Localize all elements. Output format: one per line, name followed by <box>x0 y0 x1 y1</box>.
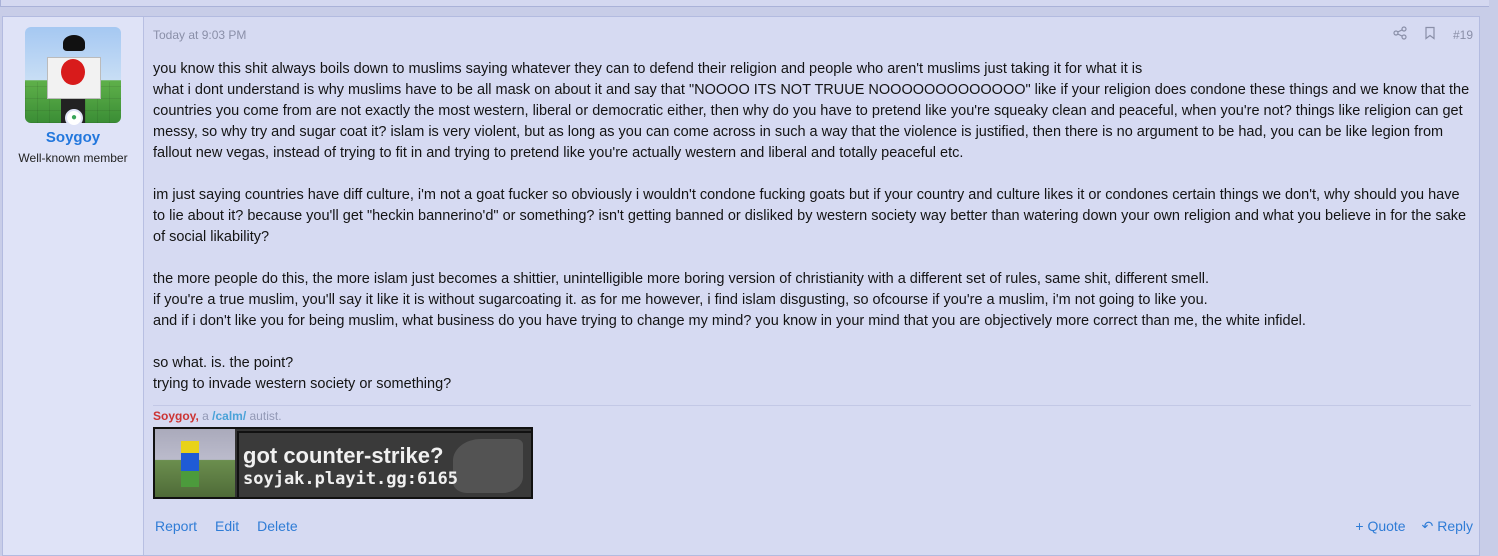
post-paragraph: if you're a true muslim, you'll say it l… <box>153 292 1208 308</box>
forum-post: ● Soygoy Well-known member Today at 9:03… <box>2 16 1480 556</box>
post-paragraph: trying to invade western society or some… <box>153 376 452 392</box>
banner-line-1: got counter-strike? <box>243 443 444 468</box>
delete-button[interactable]: Delete <box>257 518 297 534</box>
banner-line-2: soyjak.playit.gg:6165 <box>243 469 458 489</box>
bookmark-icon[interactable] <box>1423 26 1437 43</box>
previous-post-edge <box>0 0 1489 7</box>
post-paragraph: the more people do this, the more islam … <box>153 271 1210 287</box>
edit-button[interactable]: Edit <box>215 518 239 534</box>
post-paragraph: so what. is. the point? <box>153 355 294 371</box>
signature-banner: got counter-strike? soyjak.playit.gg:616… <box>153 427 533 499</box>
post-user-column: ● Soygoy Well-known member <box>3 17 144 555</box>
post-paragraph: what i dont understand is why muslims ha… <box>153 82 1474 161</box>
reply-arrow-icon: ↶ <box>1421 518 1434 534</box>
post-timestamp[interactable]: Today at 9:03 PM <box>153 28 246 42</box>
reply-label: Reply <box>1437 518 1473 534</box>
post-number[interactable]: #19 <box>1453 28 1473 42</box>
plus-icon: + <box>1355 518 1364 534</box>
signature-mid: a <box>198 409 213 423</box>
user-title: Well-known member <box>18 151 128 165</box>
post-paragraph: and if i don't like you for being muslim… <box>153 313 1306 329</box>
signature-tail: autist. <box>246 409 282 423</box>
signature-name: Soygoy, <box>153 409 199 423</box>
post-body: you know this shit always boils down to … <box>153 59 1473 395</box>
signature-text: Soygoy, a /calm/ autist. <box>153 409 282 423</box>
quote-button[interactable]: + Quote <box>1355 518 1405 535</box>
report-button[interactable]: Report <box>155 518 197 534</box>
signature-board-link[interactable]: /calm/ <box>212 409 246 423</box>
quote-label: Quote <box>1367 518 1406 534</box>
online-status-icon: ● <box>65 109 83 127</box>
post-paragraph: im just saying countries have diff cultu… <box>153 187 1471 245</box>
post-top-actions: #19 <box>1393 26 1473 43</box>
post-main: Today at 9:03 PM #19 you know this shit … <box>153 17 1473 555</box>
post-paragraph: you know this shit always boils down to … <box>153 61 1143 77</box>
banner-thumbnail <box>155 429 235 497</box>
username[interactable]: Soygoy <box>3 129 143 146</box>
signature-divider <box>153 405 1471 406</box>
banner-text-box: got counter-strike? soyjak.playit.gg:616… <box>237 431 533 499</box>
reply-button[interactable]: ↶ Reply <box>1422 518 1473 535</box>
share-icon[interactable] <box>1393 26 1407 43</box>
